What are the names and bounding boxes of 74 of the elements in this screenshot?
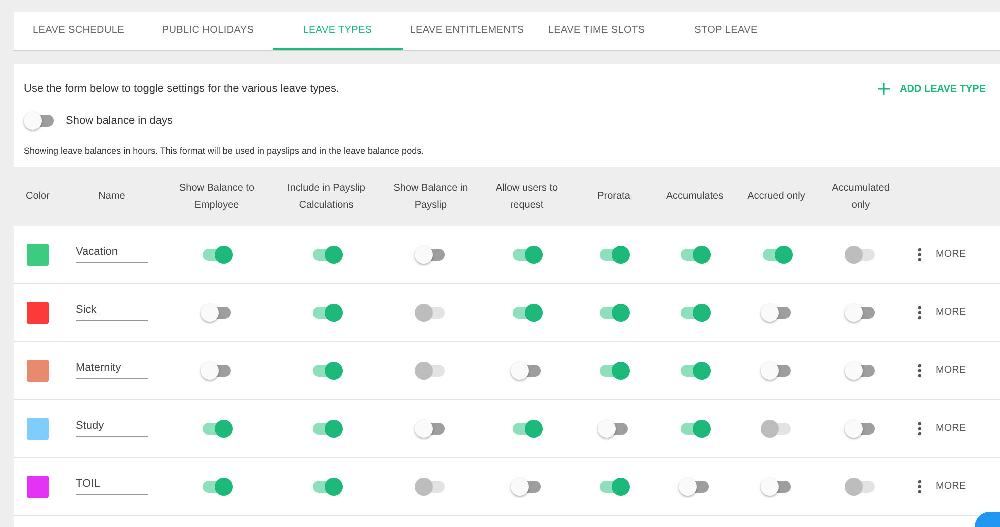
toggle-switch[interactable] — [679, 362, 711, 380]
toggle-switch[interactable] — [310, 420, 342, 438]
toggle-switch[interactable] — [310, 362, 342, 380]
toggle-switch[interactable] — [845, 420, 877, 438]
column-header: Show Balance to Employee — [178, 182, 256, 212]
name-field[interactable]: Maternity — [76, 362, 148, 379]
color-swatch[interactable] — [27, 418, 49, 440]
toggle-switch[interactable] — [511, 304, 543, 322]
name-field[interactable]: Study — [76, 420, 148, 437]
more-button[interactable]: MORE — [918, 364, 966, 378]
toggle-switch[interactable] — [760, 478, 792, 496]
column-header: Accumulated only — [831, 182, 891, 212]
toggle-switch[interactable] — [201, 478, 233, 496]
more-vertical-icon — [918, 364, 922, 378]
column-header: Allow users to request — [494, 182, 560, 212]
more-vertical-icon — [918, 422, 922, 436]
column-header: Color — [26, 190, 50, 204]
more-button[interactable]: MORE — [918, 306, 966, 320]
toggle-switch[interactable] — [845, 362, 877, 380]
name-field[interactable]: TOIL — [76, 478, 148, 495]
toggle-switch[interactable] — [598, 478, 630, 496]
color-swatch[interactable] — [27, 302, 49, 324]
toggle-label: Show balance in days — [66, 115, 174, 127]
more-vertical-icon — [918, 480, 922, 494]
toggle-switch[interactable] — [201, 304, 233, 322]
toggle-switch[interactable] — [415, 246, 447, 264]
toggle-switch[interactable] — [511, 420, 543, 438]
toggle-switch[interactable] — [598, 246, 630, 264]
toggle-switch[interactable] — [679, 304, 711, 322]
plus-icon — [878, 83, 890, 95]
toggle-switch[interactable] — [310, 246, 342, 264]
toggle-switch[interactable] — [598, 304, 630, 322]
toggle-switch[interactable] — [511, 362, 543, 380]
more-button[interactable]: MORE — [918, 248, 966, 262]
toggle-switch[interactable] — [201, 246, 233, 264]
column-header: Prorata — [598, 190, 630, 204]
format-note: Showing leave balances in hours. This format will be used in payslips and in the leave balance pods. — [23, 145, 426, 158]
column-header: Accumulates — [666, 190, 724, 204]
toggle-switch[interactable] — [598, 420, 630, 438]
toggle-switch[interactable] — [760, 304, 792, 322]
toggle-switch[interactable] — [598, 362, 630, 380]
more-button[interactable]: MORE — [918, 480, 966, 494]
name-field[interactable]: Vacation — [76, 246, 148, 263]
color-swatch[interactable] — [27, 244, 49, 266]
toggle-switch[interactable] — [310, 478, 342, 496]
toggle-switch[interactable] — [679, 478, 711, 496]
tab[interactable]: STOP LEAVE — [662, 12, 791, 50]
tab[interactable]: LEAVE TIME SLOTS — [532, 12, 662, 50]
toggle-switch[interactable] — [415, 420, 447, 438]
toggle-switch[interactable] — [845, 304, 877, 322]
column-header: Show Balance in Payslip — [392, 182, 470, 212]
toggle-switch[interactable] — [511, 478, 543, 496]
toggle-switch[interactable] — [24, 112, 56, 130]
instruction-text: Use the form below to toggle settings for the various leave types. — [24, 83, 340, 95]
column-header: Name — [98, 190, 126, 204]
tab[interactable]: LEAVE ENTITLEMENTS — [402, 12, 532, 50]
more-vertical-icon — [918, 248, 922, 262]
more-button[interactable]: MORE — [918, 422, 966, 436]
name-field[interactable]: Sick — [76, 304, 148, 321]
toggle-switch[interactable] — [201, 362, 233, 380]
toggle-switch[interactable] — [511, 246, 543, 264]
tab[interactable]: PUBLIC HOLIDAYS — [144, 12, 273, 50]
column-header: Accrued only — [748, 190, 806, 204]
toggle-switch[interactable] — [760, 362, 792, 380]
color-swatch[interactable] — [27, 476, 49, 498]
more-vertical-icon — [918, 306, 922, 320]
toggle-switch[interactable] — [760, 246, 792, 264]
tab[interactable]: LEAVE SCHEDULE — [14, 12, 144, 50]
color-swatch[interactable] — [27, 360, 49, 382]
toggle-switch[interactable] — [310, 304, 342, 322]
column-header: Include in Payslip Calculations — [286, 182, 366, 212]
toggle-switch[interactable] — [679, 246, 711, 264]
toggle-switch[interactable] — [679, 420, 711, 438]
toggle-switch[interactable] — [201, 420, 233, 438]
